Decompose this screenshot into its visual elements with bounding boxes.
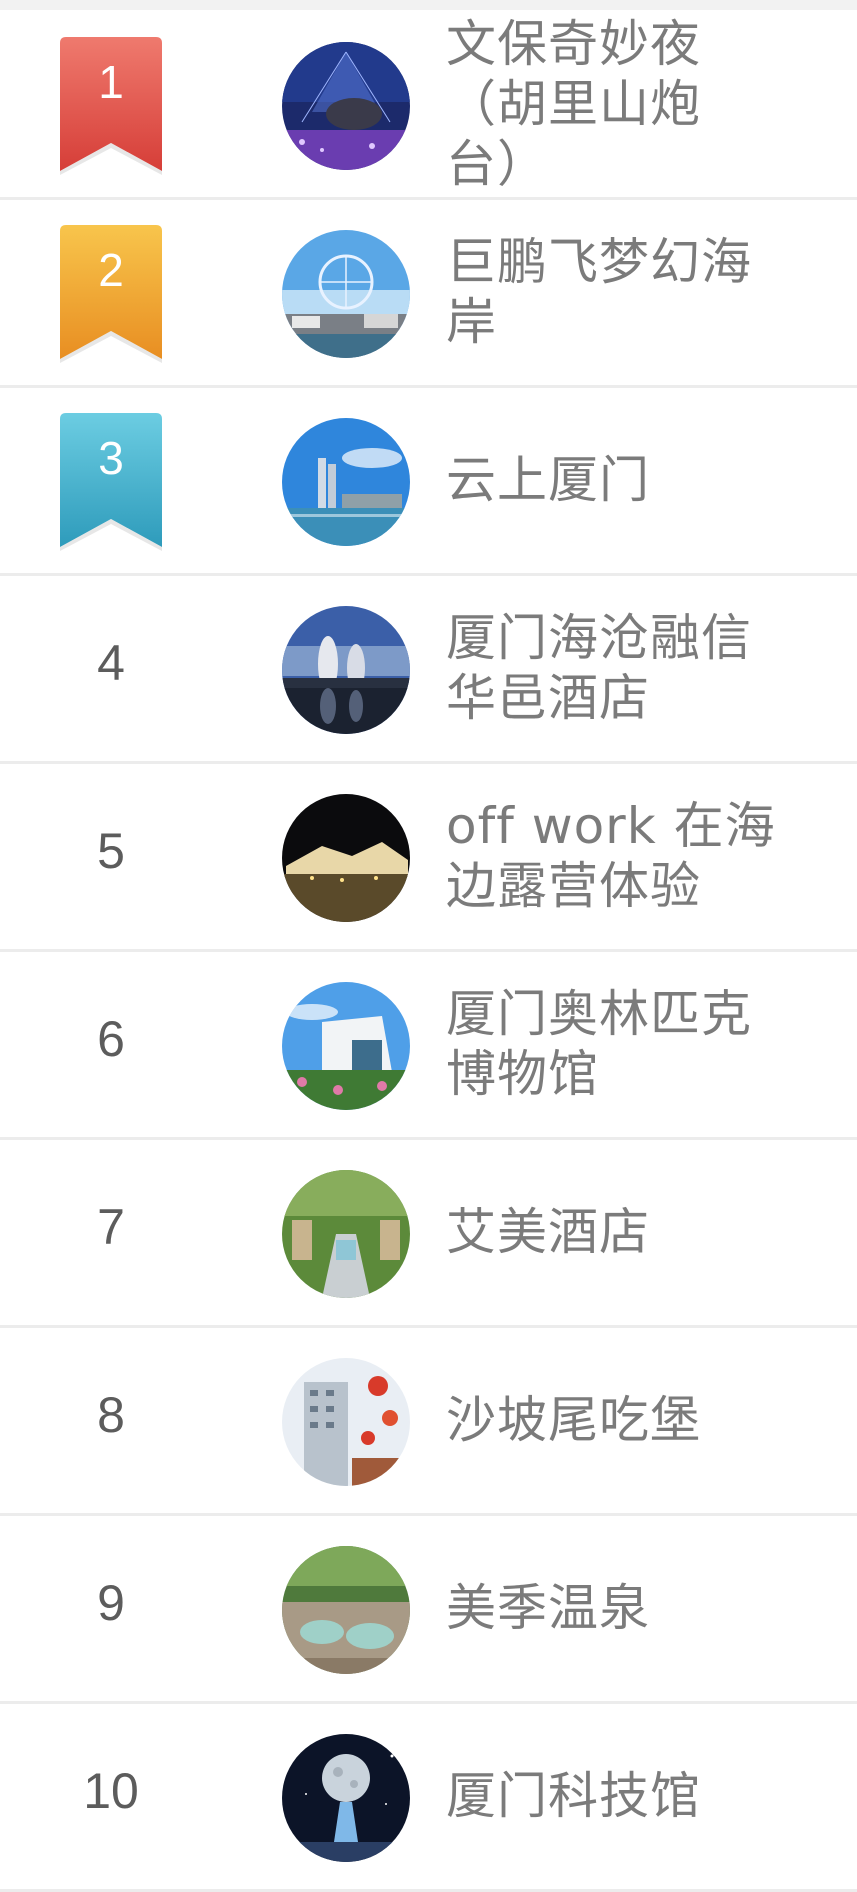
place-thumbnail-image <box>282 1170 410 1298</box>
rank-number: 1 <box>98 56 124 108</box>
rank-number: 9 <box>97 1575 125 1631</box>
place-name: 云上厦门 <box>446 451 650 509</box>
place-thumbnail-image <box>282 982 410 1110</box>
list-item[interactable]: 9 美季温泉 <box>0 1516 857 1704</box>
place-thumbnail-image <box>282 1734 410 1862</box>
place-name: 文保奇妙夜（胡里山炮台） <box>446 15 701 193</box>
list-item[interactable]: 1 文保奇妙夜（胡里山炮台） <box>0 12 857 200</box>
top-divider <box>0 0 857 10</box>
list-item[interactable]: 7 艾美酒店 <box>0 1140 857 1328</box>
rank-number: 10 <box>83 1763 139 1819</box>
place-thumbnail-image <box>282 1546 410 1674</box>
list-item[interactable]: 3 云上厦门 <box>0 388 857 576</box>
rank-number: 8 <box>97 1387 125 1443</box>
list-item[interactable]: 8 沙坡尾吃堡 <box>0 1328 857 1516</box>
list-item[interactable]: 10 厦门科技馆 <box>0 1704 857 1892</box>
rank-ribbon-badge: 2 <box>60 225 162 363</box>
list-item[interactable]: 4 厦门海沧融信华邑酒店 <box>0 576 857 764</box>
rank-ribbon-badge: 3 <box>60 413 162 551</box>
rank-ribbon-badge: 1 <box>60 37 162 175</box>
place-name: 厦门奥林匹克博物馆 <box>446 985 752 1103</box>
place-name: 沙坡尾吃堡 <box>446 1391 701 1449</box>
rank-number: 2 <box>98 244 124 296</box>
place-thumbnail-image <box>282 794 410 922</box>
place-thumbnail-image <box>282 42 410 170</box>
place-name: 巨鹏飞梦幻海岸 <box>446 233 752 351</box>
list-item[interactable]: 5 off work 在海边露营体验 <box>0 764 857 952</box>
rank-number: 7 <box>97 1199 125 1255</box>
list-item[interactable]: 2 巨鹏飞梦幻海岸 <box>0 200 857 388</box>
place-name: 厦门科技馆 <box>446 1767 701 1825</box>
list-item[interactable]: 6 厦门奥林匹克博物馆 <box>0 952 857 1140</box>
place-thumbnail-image <box>282 606 410 734</box>
rank-number: 3 <box>98 432 124 484</box>
place-name: 厦门海沧融信华邑酒店 <box>446 609 752 727</box>
rank-number: 5 <box>97 823 125 879</box>
place-thumbnail-image <box>282 230 410 358</box>
place-thumbnail-image <box>282 418 410 546</box>
rank-number: 6 <box>97 1011 125 1067</box>
place-name: off work 在海边露营体验 <box>446 797 776 915</box>
ranking-list: 1 文保奇妙夜（胡里山炮台） 2 巨鹏飞梦幻海岸 3 云上厦门 4 厦门海沧融信… <box>0 0 857 1892</box>
place-name: 艾美酒店 <box>446 1203 650 1261</box>
rank-number: 4 <box>97 635 125 691</box>
place-thumbnail-image <box>282 1358 410 1486</box>
place-name: 美季温泉 <box>446 1579 650 1637</box>
